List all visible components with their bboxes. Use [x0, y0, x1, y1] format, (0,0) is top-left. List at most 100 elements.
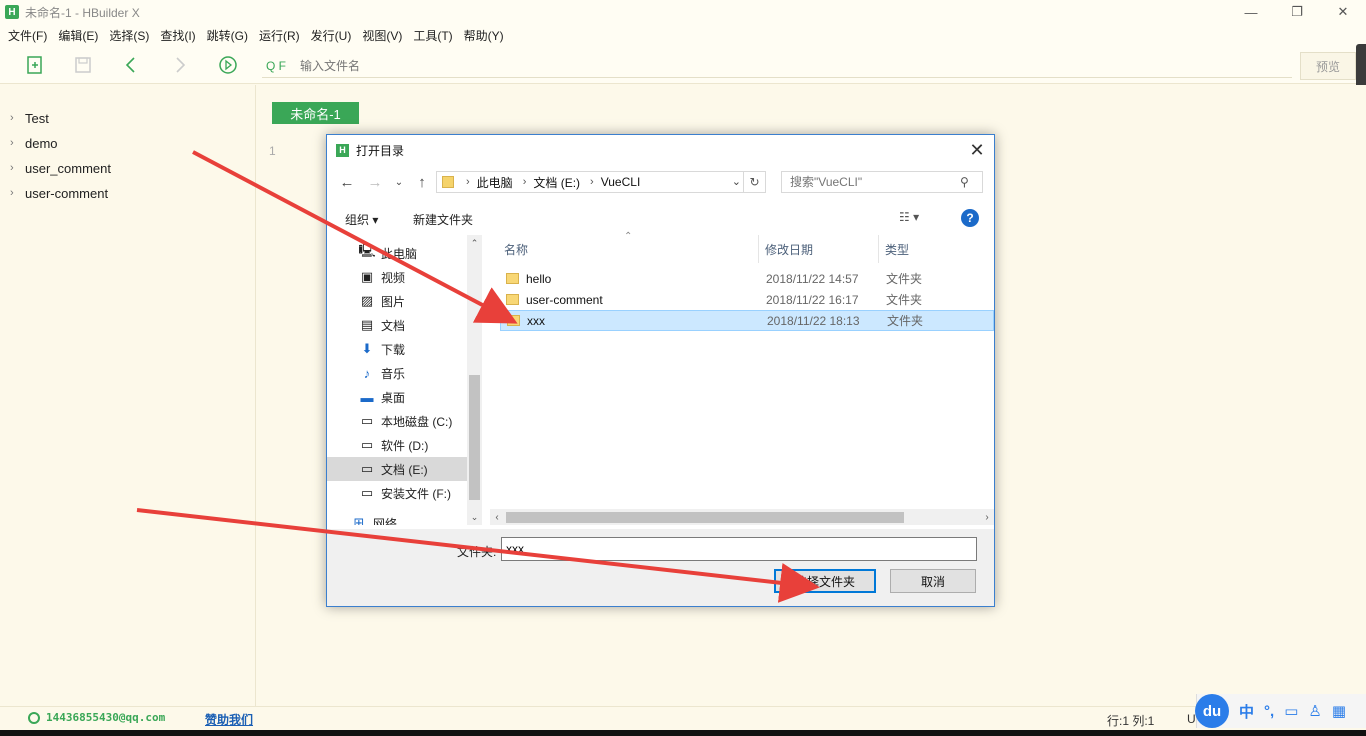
- menu-file[interactable]: 文件(F): [3, 27, 52, 44]
- horizontal-scrollbar[interactable]: ‹ ›: [490, 509, 994, 525]
- nav-item-this-pc[interactable]: 🖳 此电脑: [327, 241, 467, 265]
- view-options-icon[interactable]: ☷ ▾: [899, 210, 919, 224]
- new-file-icon[interactable]: [24, 54, 46, 76]
- file-row-selected[interactable]: xxx 2018/11/22 18:13 文件夹: [500, 310, 994, 331]
- nav-item-network[interactable]: ⊞ 网络: [327, 511, 459, 525]
- toolbar: Q F 预览: [0, 46, 1366, 84]
- file-search-input[interactable]: [300, 58, 700, 73]
- baidu-ime-logo-icon[interactable]: du: [1195, 694, 1229, 728]
- menu-select[interactable]: 选择(S): [104, 27, 154, 44]
- back-arrow-icon[interactable]: ←: [337, 172, 357, 192]
- search-icon[interactable]: ⚲: [960, 175, 969, 189]
- ime-skin-icon[interactable]: ▭: [1284, 702, 1298, 720]
- nav-item-videos[interactable]: ▣ 视频: [327, 265, 467, 289]
- refresh-icon[interactable]: ↻: [743, 172, 765, 192]
- scroll-thumb[interactable]: [506, 512, 904, 523]
- column-header-date[interactable]: 修改日期: [759, 235, 879, 263]
- drive-icon: ▭: [360, 485, 374, 500]
- nav-item-drive-c[interactable]: ▭ 本地磁盘 (C:): [327, 409, 467, 433]
- ime-menu-icon[interactable]: ▦: [1332, 702, 1346, 720]
- scroll-up-icon[interactable]: ⌃: [467, 235, 482, 251]
- user-account[interactable]: 14436855430@qq.com: [28, 711, 165, 724]
- nav-item-drive-d[interactable]: ▭ 软件 (D:): [327, 433, 467, 457]
- navigation-pane: 🖳 此电脑 ▣ 视频 ▨ 图片 ▤ 文档 ⬇ 下载 ♪ 音乐 ▬ 桌面 ▭ 本地磁盘 (C:) …: [327, 235, 482, 525]
- project-item[interactable]: › user_comment: [10, 158, 111, 178]
- maximize-icon[interactable]: ❐: [1274, 0, 1320, 24]
- folder-name-input[interactable]: [501, 537, 977, 561]
- breadcrumb-item[interactable]: 此电脑: [477, 174, 513, 191]
- nav-item-desktop[interactable]: ▬ 桌面: [327, 385, 467, 409]
- column-header-name[interactable]: 名称: [484, 235, 759, 263]
- menu-publish[interactable]: 发行(U): [306, 27, 357, 44]
- chevron-right-icon: ›: [10, 162, 14, 174]
- download-icon: ⬇: [361, 341, 373, 356]
- nav-item-drive-f[interactable]: ▭ 安装文件 (F:): [327, 481, 467, 505]
- nav-item-downloads[interactable]: ⬇ 下载: [327, 337, 467, 361]
- menu-find[interactable]: 查找(I): [155, 27, 200, 44]
- menu-help[interactable]: 帮助(Y): [459, 27, 509, 44]
- nav-item-pictures[interactable]: ▨ 图片: [327, 289, 467, 313]
- chevron-right-icon[interactable]: ›: [590, 176, 594, 188]
- nav-item-documents[interactable]: ▤ 文档: [327, 313, 467, 337]
- ime-language-toggle[interactable]: 中: [1239, 701, 1254, 722]
- ime-punctuation-toggle[interactable]: °,: [1264, 703, 1274, 720]
- cursor-position: 行:1 列:1: [1107, 714, 1155, 728]
- project-explorer: › Test › demo › user_comment › user-comment: [0, 85, 256, 706]
- cancel-button[interactable]: 取消: [890, 569, 976, 593]
- chevron-right-icon[interactable]: ›: [466, 176, 470, 188]
- menu-goto[interactable]: 跳转(G): [202, 27, 253, 44]
- nav-scrollbar[interactable]: ⌃ ⌄: [467, 235, 482, 525]
- address-bar[interactable]: › 此电脑 › 文档 (E:) › VueCLI ⌄ ↻: [436, 171, 766, 193]
- chevron-right-icon[interactable]: ›: [523, 176, 527, 188]
- dialog-title-bar: H 打开目录 ✕: [327, 135, 994, 165]
- close-icon[interactable]: ✕: [1320, 0, 1366, 24]
- nav-item-music[interactable]: ♪ 音乐: [327, 361, 467, 385]
- save-icon[interactable]: [72, 54, 94, 76]
- dialog-close-icon[interactable]: ✕: [960, 135, 994, 165]
- editor-tab[interactable]: 未命名-1: [272, 102, 359, 124]
- up-arrow-icon[interactable]: ↑: [412, 172, 432, 192]
- sponsor-link[interactable]: 赞助我们: [205, 711, 253, 728]
- folder-icon: [442, 176, 454, 188]
- drive-icon: ▭: [360, 437, 374, 452]
- back-icon[interactable]: [120, 54, 142, 76]
- folder-icon: [507, 315, 520, 326]
- hbuilder-logo-icon: H: [5, 5, 19, 19]
- help-icon[interactable]: ?: [961, 209, 979, 227]
- scroll-left-icon[interactable]: ‹: [490, 509, 504, 525]
- organize-button[interactable]: 组织 ▾: [345, 211, 378, 228]
- file-row[interactable]: hello 2018/11/22 14:57 文件夹: [500, 268, 994, 289]
- project-item[interactable]: › demo: [10, 133, 58, 153]
- preview-button[interactable]: 预览: [1300, 52, 1356, 80]
- project-item[interactable]: › Test: [10, 108, 49, 128]
- new-folder-button[interactable]: 新建文件夹: [413, 211, 473, 228]
- nav-item-drive-e[interactable]: ▭ 文档 (E:): [327, 457, 467, 481]
- breadcrumb-item[interactable]: VueCLI: [601, 175, 641, 189]
- file-row[interactable]: user-comment 2018/11/22 16:17 文件夹: [500, 289, 994, 310]
- ime-user-icon[interactable]: ♙: [1308, 702, 1321, 720]
- project-item[interactable]: › user-comment: [10, 183, 108, 203]
- run-icon[interactable]: [217, 54, 239, 76]
- open-folder-dialog: H 打开目录 ✕ ← → ⌄ ↑ › 此电脑 › 文档 (E:) › VueCL…: [326, 134, 995, 607]
- menu-edit[interactable]: 编辑(E): [53, 27, 103, 44]
- scroll-down-icon[interactable]: ⌄: [467, 509, 482, 525]
- folder-search-input[interactable]: [790, 175, 960, 189]
- chevron-right-icon: ›: [10, 137, 14, 149]
- select-folder-button[interactable]: 选择文件夹: [774, 569, 876, 593]
- menu-tools[interactable]: 工具(T): [408, 27, 457, 44]
- forward-arrow-icon[interactable]: →: [365, 172, 385, 192]
- scroll-thumb[interactable]: [469, 375, 480, 500]
- recent-locations-icon[interactable]: ⌄: [389, 172, 409, 192]
- scroll-right-icon[interactable]: ›: [980, 509, 994, 525]
- forward-icon[interactable]: [169, 54, 191, 76]
- breadcrumb-item[interactable]: 文档 (E:): [533, 174, 580, 191]
- drive-icon: ▭: [360, 461, 374, 476]
- chevron-down-icon[interactable]: ⌄: [732, 175, 741, 188]
- menu-run[interactable]: 运行(R): [254, 27, 305, 44]
- menu-view[interactable]: 视图(V): [357, 27, 407, 44]
- navigation-row: ← → ⌄ ↑ › 此电脑 › 文档 (E:) › VueCLI ⌄ ↻ ⚲: [327, 169, 994, 195]
- column-header-type[interactable]: 类型: [879, 235, 994, 263]
- title-bar: H 未命名-1 - HBuilder X — ❐ ✕: [0, 0, 1366, 24]
- minimize-icon[interactable]: —: [1228, 0, 1274, 24]
- taskbar: [0, 730, 1366, 736]
